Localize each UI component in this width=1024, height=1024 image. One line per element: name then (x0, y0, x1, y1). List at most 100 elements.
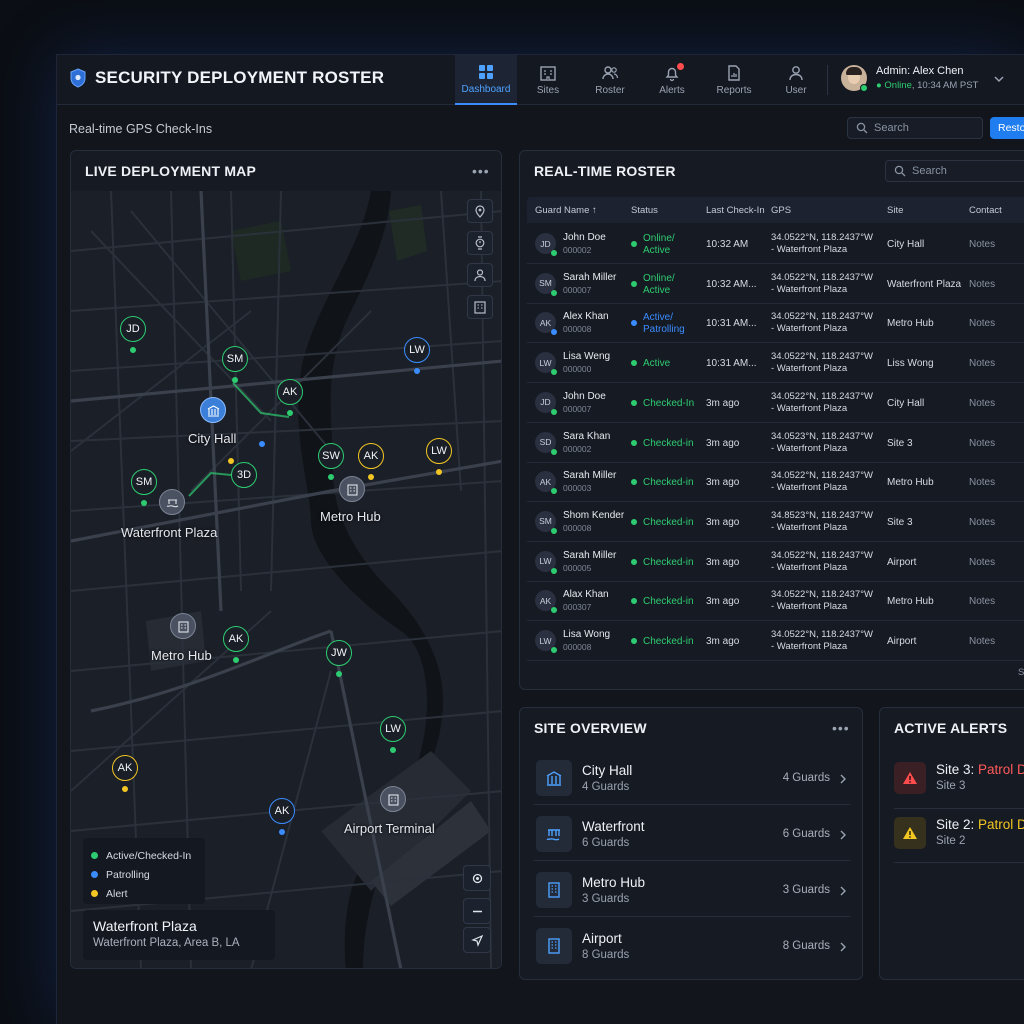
guard-name: Shom Kender (563, 509, 625, 521)
contact-notes-link[interactable]: Notes (969, 596, 995, 607)
map-building-tool[interactable] (467, 295, 493, 319)
city-hall-marker[interactable] (200, 397, 226, 423)
pin-dot (141, 500, 147, 506)
recenter-button[interactable] (463, 865, 491, 891)
zoom-out-button[interactable] (463, 898, 491, 924)
guard-pin[interactable]: SM (131, 469, 157, 495)
column-header-last-check-in[interactable]: Last Check-In (706, 205, 765, 216)
reports-icon (728, 65, 740, 81)
gps-coordinates: 34.0522°N, 118.2437°W - Waterfront Plaza (771, 629, 873, 653)
pin-dot (232, 377, 238, 383)
guard-pin[interactable]: LW (404, 337, 430, 363)
table-row[interactable]: LW Lisa Wong 000008 Checked-in 3m ago 34.0522… (527, 621, 1024, 661)
waterfront-plaza-marker[interactable] (159, 489, 185, 515)
guard-id: 000002 (563, 245, 592, 255)
table-row[interactable]: SM Shom Kender 000008 Checked-in 3m ago 34.85… (527, 502, 1024, 542)
airport-terminal-marker[interactable] (380, 786, 406, 812)
guard-pin[interactable]: LW (426, 438, 452, 464)
contact-notes-link[interactable]: Notes (969, 477, 995, 488)
guard-site: Airport (887, 636, 917, 647)
guard-name: Sarah Miller (563, 470, 617, 482)
guard-pin[interactable]: AK (269, 798, 295, 824)
nav-sites[interactable]: Sites (517, 55, 579, 105)
guard-pin[interactable]: SW (318, 443, 344, 469)
metro-hub-marker[interactable] (339, 476, 365, 502)
selected-location-card[interactable]: Waterfront Plaza Waterfront Plaza, Area … (83, 910, 275, 960)
table-row[interactable]: JD John Doe 000007 Checked-In 3m ago 34.0522°… (527, 383, 1024, 423)
target-icon (472, 873, 482, 883)
table-row[interactable]: SM Sarah Miller 000007 Online/ Active 10:32 … (527, 264, 1024, 304)
building-icon (346, 483, 358, 496)
guard-pin[interactable]: AK (277, 379, 303, 405)
table-row[interactable]: AK Alex Khan 000008 Active/ Patrolling 10:31… (527, 303, 1024, 344)
table-row[interactable]: LW Lisa Weng 000000 Active 10:31 AM... 34.052… (527, 343, 1024, 384)
alert-item[interactable]: Site 2: Patrol D Site 2 (894, 811, 1024, 859)
table-row[interactable]: AK Sarah Miller 000003 Checked-in 3m ago 34.0… (527, 462, 1024, 503)
alert-title: Site 2: Patrol D (936, 817, 1024, 832)
contact-notes-link[interactable]: Notes (969, 517, 995, 528)
navigate-button[interactable] (463, 927, 491, 953)
site-item-metro-hub[interactable]: Metro Hub 3 Guards 3 Guards (534, 862, 850, 917)
map-watch-tool[interactable] (467, 231, 493, 255)
guard-pin[interactable]: AK (223, 626, 249, 652)
legend-dot (91, 871, 98, 878)
contact-notes-link[interactable]: Notes (969, 398, 995, 409)
column-header-site[interactable]: Site (887, 205, 903, 216)
guard-status: Online/ Active (643, 233, 675, 256)
more-options-icon[interactable]: ••• (472, 163, 490, 179)
site-item-city-hall[interactable]: City Hall 4 Guards 4 Guards (534, 750, 850, 805)
nav-reports[interactable]: Reports (703, 55, 765, 105)
real-time-roster-panel: REAL-TIME ROSTER Search Guard Name ↑ Sta… (519, 150, 1024, 690)
nav-roster[interactable]: Roster (579, 55, 641, 105)
search-input[interactable]: Search (847, 117, 983, 139)
guard-id: 000007 (563, 284, 592, 295)
status-indicator (551, 329, 557, 336)
alert-item[interactable]: Site 3: Patrol D Site 3 (894, 756, 1024, 804)
contact-notes-link[interactable]: Notes (969, 438, 995, 449)
contact-notes-link[interactable]: Notes (969, 557, 995, 568)
more-options-icon[interactable]: ••• (832, 720, 850, 736)
column-header-gps[interactable]: GPS (771, 205, 791, 216)
guard-pin[interactable]: SM (222, 346, 248, 372)
alert-icon-box (894, 762, 926, 794)
site-item-waterfront[interactable]: Waterfront 6 Guards 6 Guards (534, 806, 850, 861)
user-menu[interactable]: Admin: Alex Chen ● Online, 10:34 AM PST (841, 65, 978, 92)
guard-pin[interactable]: 3D (231, 462, 257, 488)
guard-name: Alax Khan (563, 589, 609, 601)
nav-dashboard[interactable]: Dashboard (455, 55, 517, 105)
nav-user[interactable]: User (765, 55, 827, 105)
table-row[interactable]: AK Alax Khan 000307 Checked-in 3m ago 34.0522… (527, 581, 1024, 622)
alert-title: Site 3: Patrol D (936, 762, 1024, 777)
contact-notes-link[interactable]: Notes (969, 636, 995, 647)
divider (827, 65, 828, 95)
gps-coordinates: 34.0522°N, 118.2437°W - Waterfront Plaza (771, 311, 873, 335)
guard-pin[interactable]: JD (120, 316, 146, 342)
contact-notes-link[interactable]: Notes (969, 318, 995, 329)
column-header-guard-name[interactable]: Guard Name ↑ (535, 205, 597, 216)
pin-dot (228, 458, 234, 464)
table-row[interactable]: LW Sarah Miller 000005 Checked-in 3m ago 34.0… (527, 542, 1024, 582)
column-header-status[interactable]: Status (631, 205, 658, 216)
site-item-airport[interactable]: Airport 8 Guards 8 Guards (534, 918, 850, 973)
gps-coordinates: 34.0522°N, 118.2437°W - Waterfront Plaza (771, 351, 873, 375)
table-row[interactable]: JD John Doe 000002 Online/ Active 10:32 AM 34… (527, 224, 1024, 264)
nav-alerts[interactable]: Alerts (641, 55, 703, 105)
guard-pin[interactable]: AK (112, 755, 138, 781)
divider (894, 808, 1024, 809)
guard-pin[interactable]: LW (380, 716, 406, 742)
restore-button[interactable]: Restore (990, 117, 1024, 139)
guard-pin[interactable]: AK (358, 443, 384, 469)
map-canvas[interactable]: City Hall Waterfront Plaza Metro Hub Met… (71, 191, 501, 968)
chevron-down-icon[interactable] (993, 73, 1005, 85)
guard-pin[interactable]: JW (326, 640, 352, 666)
contact-notes-link[interactable]: Notes (969, 239, 995, 250)
contact-notes-link[interactable]: Notes (969, 279, 995, 290)
map-user-tool[interactable] (467, 263, 493, 287)
map-pin-tool[interactable] (467, 199, 493, 223)
contact-notes-link[interactable]: Notes (969, 358, 995, 369)
last-check-in: 3m ago (706, 477, 740, 489)
column-header-contact[interactable]: Contact (969, 205, 1002, 216)
table-row[interactable]: SD Sara Khan 000002 Checked-in 3m ago 34.0523… (527, 423, 1024, 463)
roster-search-input[interactable]: Search (885, 160, 1024, 182)
metro-hub-marker[interactable] (170, 613, 196, 639)
